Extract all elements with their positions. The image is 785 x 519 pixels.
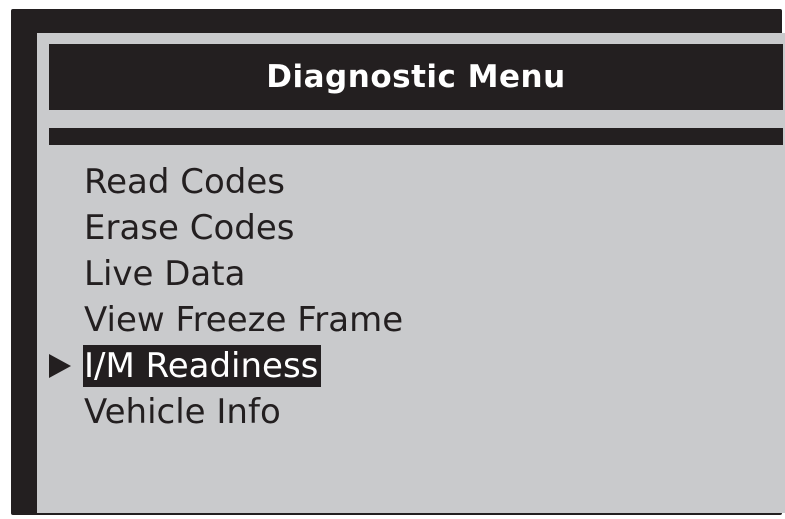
menu-item-label: Erase Codes [84, 208, 295, 248]
menu-item-read-codes[interactable]: Read Codes [37, 159, 785, 205]
triangle-right-icon [49, 354, 71, 378]
menu-item-erase-codes[interactable]: Erase Codes [37, 205, 785, 251]
menu-item-im-readiness[interactable]: I/M Readiness [37, 343, 785, 389]
menu-item-live-data[interactable]: Live Data [37, 251, 785, 297]
menu-item-view-freeze-frame[interactable]: View Freeze Frame [37, 297, 785, 343]
lcd-screen: Diagnostic Menu Read Codes Erase Codes L… [37, 33, 785, 513]
menu-item-label: Vehicle Info [84, 392, 281, 432]
menu-item-label: Read Codes [84, 162, 285, 202]
page-title: Diagnostic Menu [266, 59, 566, 95]
diagnostic-menu: Read Codes Erase Codes Live Data View Fr… [37, 159, 785, 435]
menu-item-label: Live Data [84, 254, 246, 294]
menu-item-label: View Freeze Frame [84, 300, 404, 340]
menu-item-vehicle-info[interactable]: Vehicle Info [37, 389, 785, 435]
menu-item-label: I/M Readiness [83, 345, 322, 387]
title-bar: Diagnostic Menu [49, 44, 783, 110]
divider-bar [49, 128, 783, 145]
device-frame: Diagnostic Menu Read Codes Erase Codes L… [11, 9, 785, 515]
